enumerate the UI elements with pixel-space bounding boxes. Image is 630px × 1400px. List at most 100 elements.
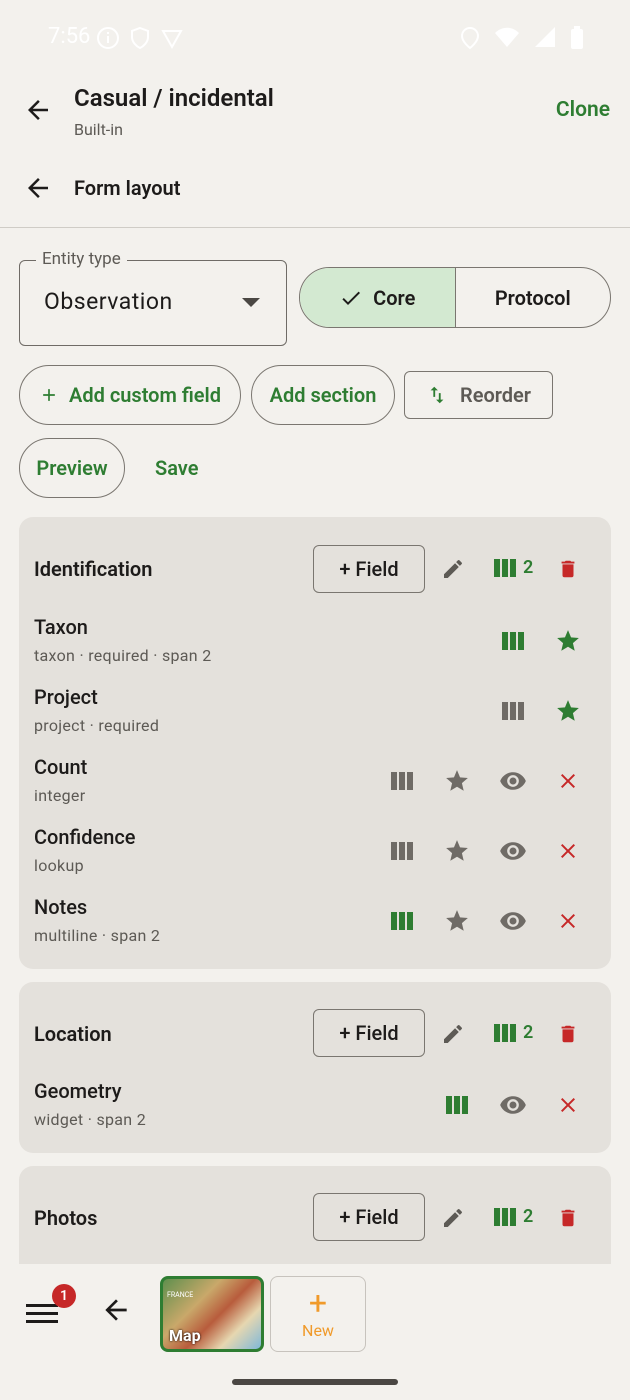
pencil-icon xyxy=(444,1024,463,1043)
span-toggle-button[interactable] xyxy=(388,907,416,935)
form-layout-title: Form layout xyxy=(74,176,181,200)
eye-icon xyxy=(500,1096,526,1114)
span-toggle-button[interactable] xyxy=(499,627,527,655)
clone-button[interactable]: Clone xyxy=(556,98,610,122)
add-section-button[interactable]: Add section xyxy=(251,365,395,425)
section-card-identification: Identification + Field 2 Taxon taxon · r… xyxy=(19,517,611,969)
remove-field-button[interactable] xyxy=(554,907,582,935)
span-toggle-button[interactable] xyxy=(443,1091,471,1119)
remove-field-button[interactable] xyxy=(554,837,582,865)
shield-icon xyxy=(131,26,149,50)
field-row-title: Notes xyxy=(34,895,88,919)
section-span-button[interactable]: 2 xyxy=(493,1022,533,1043)
status-right-icons xyxy=(460,26,584,50)
required-toggle-button[interactable] xyxy=(554,697,582,725)
star-icon xyxy=(446,910,468,931)
span-toggle-button[interactable] xyxy=(388,837,416,865)
field-row-title: Taxon xyxy=(34,615,88,639)
required-toggle-button[interactable] xyxy=(554,627,582,655)
swap-vertical-icon xyxy=(430,386,444,404)
trash-icon xyxy=(561,560,575,578)
pencil-icon xyxy=(444,559,463,578)
section-span-value: 2 xyxy=(523,1022,534,1043)
section-span-value: 2 xyxy=(523,1206,534,1227)
columns-icon xyxy=(502,702,524,720)
bottom-back-button[interactable] xyxy=(100,1294,140,1334)
preview-label: Preview xyxy=(36,456,108,480)
pencil-icon xyxy=(444,1208,463,1227)
gesture-handle xyxy=(232,1379,398,1385)
reorder-label: Reorder xyxy=(459,383,531,407)
add-field-button[interactable]: + Field xyxy=(313,1009,425,1057)
add-field-button[interactable]: + Field xyxy=(313,545,425,593)
section-title: Photos xyxy=(34,1206,98,1230)
battery-icon xyxy=(571,26,583,49)
remove-field-button[interactable] xyxy=(554,767,582,795)
required-toggle-button[interactable] xyxy=(443,837,471,865)
segment-protocol-label: Protocol xyxy=(494,285,571,310)
form-layout-bar: Form layout xyxy=(0,160,630,228)
columns-icon xyxy=(494,1023,516,1042)
entity-type-value: Observation xyxy=(44,288,173,315)
span-toggle-button[interactable] xyxy=(499,697,527,725)
trash-icon xyxy=(561,1025,575,1043)
segment-core[interactable]: Core xyxy=(300,268,455,327)
star-icon xyxy=(557,630,579,651)
field-row-title: Geometry xyxy=(34,1079,122,1103)
wifi-icon xyxy=(495,27,519,47)
back-button[interactable] xyxy=(16,88,60,132)
new-button[interactable]: + New xyxy=(270,1276,366,1352)
section-span-button[interactable]: 2 xyxy=(493,1206,533,1227)
span-toggle-button[interactable] xyxy=(388,767,416,795)
star-icon xyxy=(446,770,468,791)
reorder-button[interactable]: Reorder xyxy=(404,371,553,419)
visibility-toggle-button[interactable] xyxy=(499,837,527,865)
field-row-title: Project xyxy=(34,685,98,709)
map-thumbnail-text: FRANCE xyxy=(167,1291,194,1299)
columns-icon xyxy=(391,842,413,860)
eye-icon xyxy=(500,842,526,860)
delete-section-button[interactable] xyxy=(554,555,582,583)
new-label: New xyxy=(302,1320,334,1340)
page-subtitle: Built-in xyxy=(74,120,123,139)
add-section-label: Add section xyxy=(269,383,377,407)
info-icon xyxy=(97,27,119,49)
status-left-icons xyxy=(96,26,184,50)
preview-button[interactable]: Preview xyxy=(19,438,125,498)
vpn-icon xyxy=(161,30,183,50)
add-custom-field-button[interactable]: Add custom field xyxy=(19,365,241,425)
edit-section-button[interactable] xyxy=(439,1020,467,1048)
segment-protocol[interactable]: Protocol xyxy=(454,268,611,327)
plus-icon: + xyxy=(308,1283,328,1322)
required-toggle-button[interactable] xyxy=(443,767,471,795)
add-field-button[interactable]: + Field xyxy=(313,1193,425,1241)
add-custom-field-label: Add custom field xyxy=(68,383,221,407)
delete-section-button[interactable] xyxy=(554,1204,582,1232)
close-icon xyxy=(561,774,575,788)
remove-field-button[interactable] xyxy=(554,1091,582,1119)
eye-icon xyxy=(500,912,526,930)
visibility-toggle-button[interactable] xyxy=(499,767,527,795)
section-span-button[interactable]: 2 xyxy=(493,557,533,578)
edit-section-button[interactable] xyxy=(439,1204,467,1232)
trash-icon xyxy=(561,1209,575,1227)
form-layout-back-button[interactable] xyxy=(16,166,60,210)
app-bar: Casual / incidental Built-in Clone xyxy=(0,76,630,150)
close-icon xyxy=(561,1098,575,1112)
edit-section-button[interactable] xyxy=(439,555,467,583)
visibility-toggle-button[interactable] xyxy=(499,907,527,935)
map-button[interactable]: FRANCE Map xyxy=(160,1276,264,1352)
save-button[interactable]: Save xyxy=(155,456,198,480)
star-icon xyxy=(557,700,579,721)
notification-badge: 1 xyxy=(52,1284,76,1308)
close-icon xyxy=(561,844,575,858)
dropdown-caret-icon xyxy=(242,298,260,307)
eye-icon xyxy=(500,772,526,790)
delete-section-button[interactable] xyxy=(554,1020,582,1048)
check-icon xyxy=(342,291,361,305)
visibility-toggle-button[interactable] xyxy=(499,1091,527,1119)
plus-icon xyxy=(43,389,55,401)
arrow-back-icon xyxy=(28,100,48,120)
status-time: 7:56 xyxy=(48,24,91,49)
required-toggle-button[interactable] xyxy=(443,907,471,935)
